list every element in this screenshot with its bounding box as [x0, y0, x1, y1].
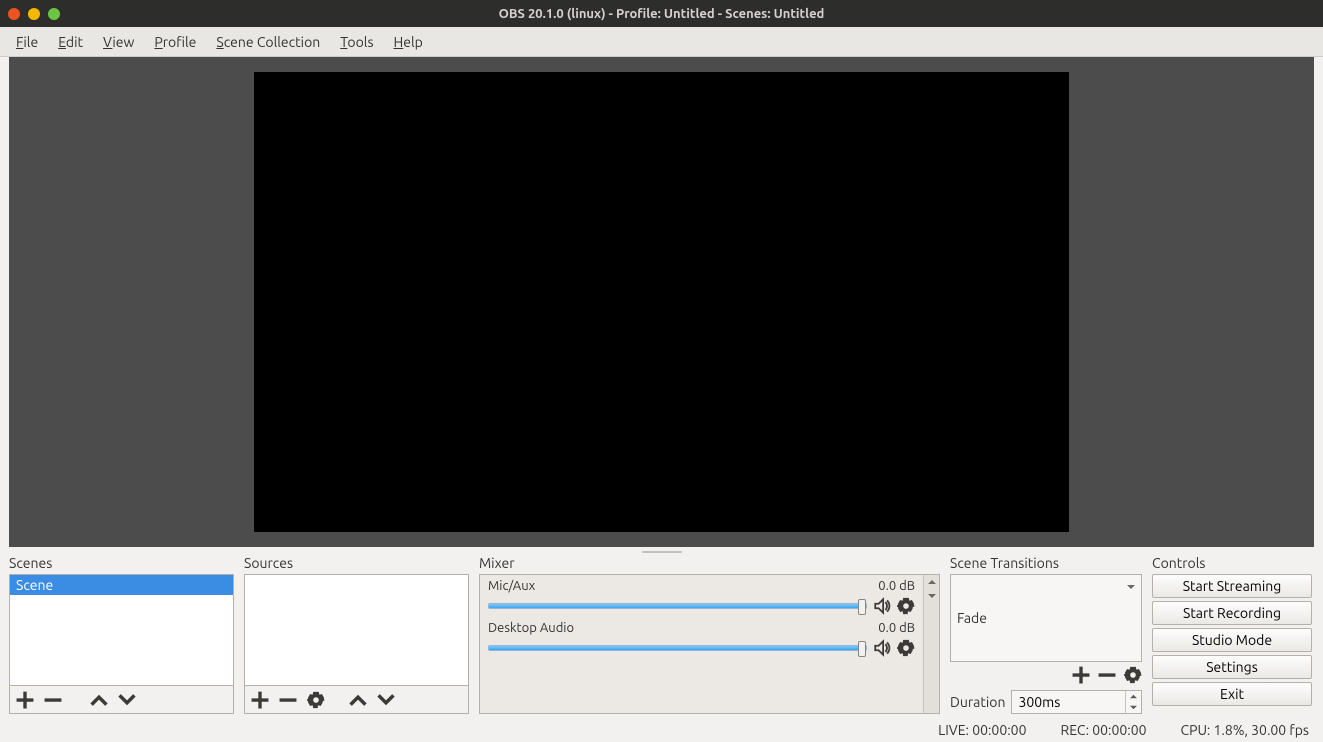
speaker-icon[interactable]: [873, 639, 891, 657]
sources-list[interactable]: [244, 574, 469, 686]
spinner-down-icon[interactable]: [1125, 702, 1141, 713]
scenes-toolbar: [9, 686, 234, 714]
plus-icon[interactable]: [1072, 666, 1090, 684]
status-live: LIVE: 00:00:00: [938, 722, 1026, 738]
chevron-down-icon: [1127, 583, 1135, 591]
speaker-icon[interactable]: [873, 597, 891, 615]
exit-button[interactable]: Exit: [1152, 682, 1312, 706]
mixer-channel: Mic/Aux 0.0 dB: [488, 579, 915, 615]
menu-file[interactable]: FFileile: [6, 30, 48, 54]
gear-icon[interactable]: [897, 597, 915, 615]
menu-help[interactable]: HelpHelp: [384, 30, 433, 54]
chevron-up-icon[interactable]: [90, 691, 108, 709]
status-rec: REC: 00:00:00: [1060, 722, 1146, 738]
menu-profile[interactable]: ProfileProfile: [144, 30, 206, 54]
minus-icon[interactable]: [1098, 666, 1116, 684]
mixer-channel: Desktop Audio 0.0 dB: [488, 621, 915, 657]
menu-edit[interactable]: EditEdit: [48, 30, 93, 54]
gear-icon[interactable]: [1124, 666, 1142, 684]
channel-level: 0.0 dB: [878, 579, 915, 593]
channel-level: 0.0 dB: [878, 621, 915, 635]
window-titlebar: OBS 20.1.0 (linux) - Profile: Untitled -…: [0, 0, 1323, 27]
maximize-icon[interactable]: [48, 8, 60, 20]
gear-icon[interactable]: [897, 639, 915, 657]
transition-select[interactable]: Fade: [950, 574, 1142, 662]
transition-selected: Fade: [957, 610, 987, 626]
scenes-title: Scenes: [9, 555, 234, 571]
close-icon[interactable]: [8, 8, 20, 20]
plus-icon[interactable]: [16, 691, 34, 709]
minimize-icon[interactable]: [28, 8, 40, 20]
start-streaming-button[interactable]: Start Streaming: [1152, 574, 1312, 598]
chevron-down-icon[interactable]: [377, 691, 395, 709]
menubar: FFileile EditEdit ViewView ProfileProfil…: [0, 27, 1323, 57]
status-cpu: CPU: 1.8%, 30.00 fps: [1181, 722, 1310, 738]
minus-icon[interactable]: [279, 691, 297, 709]
mixer-title: Mixer: [479, 555, 940, 571]
scroll-down-icon[interactable]: [924, 589, 939, 603]
channel-name: Mic/Aux: [488, 579, 535, 593]
controls-title: Controls: [1152, 555, 1314, 571]
volume-slider[interactable]: [488, 645, 867, 651]
menu-tools[interactable]: ToolsTools: [330, 30, 383, 54]
chevron-up-icon[interactable]: [349, 691, 367, 709]
studio-mode-button[interactable]: Studio Mode: [1152, 628, 1312, 652]
transitions-title: Scene Transitions: [950, 555, 1142, 571]
scenes-list[interactable]: Scene: [9, 574, 234, 686]
mixer-scrollbar[interactable]: [923, 575, 939, 713]
sources-toolbar: [244, 686, 469, 714]
duration-label: Duration: [950, 694, 1005, 710]
menu-view[interactable]: ViewView: [93, 30, 144, 54]
mixer-panel: Mic/Aux 0.0 dB Desktop Audio 0.0 dB: [479, 574, 940, 714]
gear-icon[interactable]: [307, 691, 325, 709]
chevron-down-icon[interactable]: [118, 691, 136, 709]
list-item[interactable]: Scene: [10, 575, 233, 595]
preview-canvas: [254, 72, 1069, 532]
volume-slider[interactable]: [488, 603, 867, 609]
channel-name: Desktop Audio: [488, 621, 574, 635]
duration-input[interactable]: [1011, 690, 1142, 714]
minus-icon[interactable]: [44, 691, 62, 709]
statusbar: LIVE: 00:00:00 REC: 00:00:00 CPU: 1.8%, …: [0, 718, 1323, 742]
menu-scene-collection[interactable]: Scene CollectionScene Collection: [206, 30, 330, 54]
start-recording-button[interactable]: Start Recording: [1152, 601, 1312, 625]
spinner-up-icon[interactable]: [1125, 691, 1141, 702]
scroll-up-icon[interactable]: [924, 575, 939, 589]
sources-title: Sources: [244, 555, 469, 571]
settings-button[interactable]: Settings: [1152, 655, 1312, 679]
preview-area[interactable]: [9, 57, 1314, 547]
window-title: OBS 20.1.0 (linux) - Profile: Untitled -…: [499, 7, 825, 21]
plus-icon[interactable]: [251, 691, 269, 709]
